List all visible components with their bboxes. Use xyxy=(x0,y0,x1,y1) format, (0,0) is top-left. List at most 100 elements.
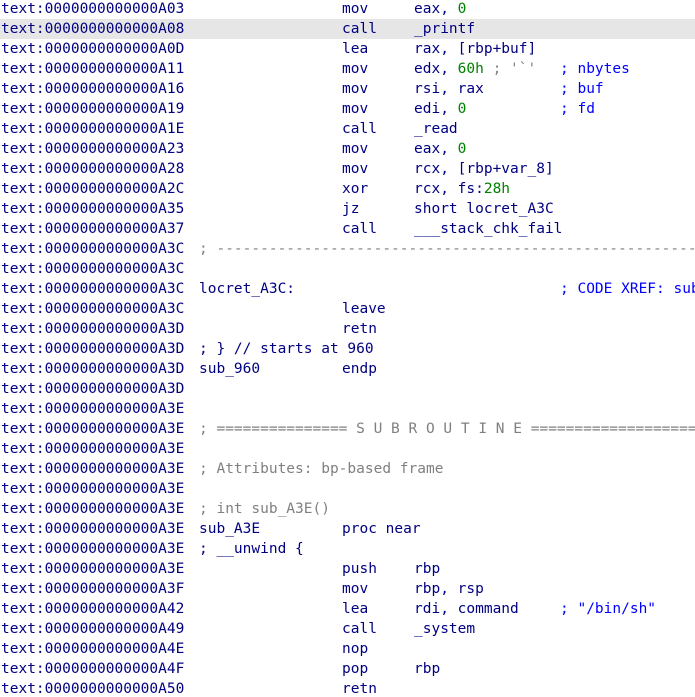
instruction-operands[interactable]: rax, [rbp+buf] xyxy=(414,39,536,59)
address-value[interactable]: 0000000000000A3D xyxy=(45,321,185,337)
instruction-mnemonic[interactable]: mov xyxy=(342,79,368,99)
address-value[interactable]: 0000000000000A42 xyxy=(45,601,185,617)
instruction-mnemonic[interactable]: xor xyxy=(342,179,368,199)
instruction-operands[interactable]: edx, 60h ; '`' xyxy=(414,59,536,79)
line-address[interactable]: text:0000000000000A08 xyxy=(1,19,184,39)
listing-line[interactable]: text:0000000000000A3E ; int sub_A3E() xyxy=(0,499,695,519)
line-address[interactable]: text:0000000000000A3F xyxy=(1,579,184,599)
line-address[interactable]: text:0000000000000A4E xyxy=(1,639,184,659)
instruction-mnemonic[interactable]: call xyxy=(342,619,377,639)
line-address[interactable]: text:0000000000000A49 xyxy=(1,619,184,639)
instruction-operands[interactable]: rbp, rsp xyxy=(414,579,484,599)
listing-line[interactable]: text:0000000000000A1E call _read xyxy=(0,119,695,139)
listing-line[interactable]: text:0000000000000A11 mov edx, 60h ; '`' ; … xyxy=(0,59,695,79)
line-address[interactable]: text:0000000000000A3D xyxy=(1,359,184,379)
address-value[interactable]: 0000000000000A3E xyxy=(45,501,185,517)
instruction-mnemonic[interactable]: mov xyxy=(342,59,368,79)
address-value[interactable]: 0000000000000A3E xyxy=(45,561,185,577)
instruction-operands[interactable]: rbp xyxy=(414,559,440,579)
address-value[interactable]: 0000000000000A3D xyxy=(45,341,185,357)
listing-line[interactable]: text:0000000000000A19 mov edi, 0 ; fd xyxy=(0,99,695,119)
line-address[interactable]: text:0000000000000A35 xyxy=(1,199,184,219)
line-address[interactable]: text:0000000000000A3E xyxy=(1,459,184,479)
line-address[interactable]: text:0000000000000A0D xyxy=(1,39,184,59)
address-value[interactable]: 0000000000000A3E xyxy=(45,421,185,437)
line-address[interactable]: text:0000000000000A16 xyxy=(1,79,184,99)
instruction-operands[interactable]: _system xyxy=(414,619,475,639)
address-value[interactable]: 0000000000000A16 xyxy=(45,81,185,97)
instruction-mnemonic[interactable]: lea xyxy=(342,39,368,59)
address-value[interactable]: 0000000000000A3F xyxy=(45,581,185,597)
address-value[interactable]: 0000000000000A1E xyxy=(45,121,185,137)
instruction-mnemonic[interactable]: mov xyxy=(342,99,368,119)
line-address[interactable]: text:0000000000000A11 xyxy=(1,59,184,79)
listing-line[interactable]: text:0000000000000A3E ; =============== S… xyxy=(0,419,695,439)
instruction-mnemonic[interactable]: call xyxy=(342,119,377,139)
address-value[interactable]: 0000000000000A3E xyxy=(45,521,185,537)
instruction-mnemonic[interactable]: push xyxy=(342,559,377,579)
listing-line[interactable]: text:0000000000000A3E ; __unwind { xyxy=(0,539,695,559)
address-value[interactable]: 0000000000000A3E xyxy=(45,461,185,477)
address-value[interactable]: 0000000000000A3E xyxy=(45,541,185,557)
listing-line[interactable]: text:0000000000000A08 call _printf xyxy=(0,19,695,39)
line-address[interactable]: text:0000000000000A3E xyxy=(1,539,184,559)
line-address[interactable]: text:0000000000000A42 xyxy=(1,599,184,619)
instruction-mnemonic[interactable]: mov xyxy=(342,139,368,159)
instruction-mnemonic[interactable]: endp xyxy=(342,359,377,379)
line-address[interactable]: text:0000000000000A3E xyxy=(1,559,184,579)
instruction-mnemonic[interactable]: lea xyxy=(342,599,368,619)
listing-line[interactable]: text:0000000000000A3E sub_A3E proc near xyxy=(0,519,695,539)
listing-line[interactable]: text:0000000000000A3C ; -----------------… xyxy=(0,239,695,259)
listing-line[interactable]: text:0000000000000A0D lea rax, [rbp+buf] xyxy=(0,39,695,59)
address-value[interactable]: 0000000000000A37 xyxy=(45,221,185,237)
listing-line[interactable]: text:0000000000000A37 call ___stack_chk_fa… xyxy=(0,219,695,239)
instruction-mnemonic[interactable]: pop xyxy=(342,659,368,679)
listing-line[interactable]: text:0000000000000A3D xyxy=(0,379,695,399)
line-address[interactable]: text:0000000000000A4F xyxy=(1,659,184,679)
listing-line[interactable]: text:0000000000000A3E ; Attributes: bp-ba… xyxy=(0,459,695,479)
instruction-mnemonic[interactable]: call xyxy=(342,219,377,239)
listing-line[interactable]: text:0000000000000A3C xyxy=(0,259,695,279)
listing-line[interactable]: text:0000000000000A3F mov rbp, rsp xyxy=(0,579,695,599)
instruction-mnemonic[interactable]: call xyxy=(342,19,377,39)
address-value[interactable]: 0000000000000A08 xyxy=(45,21,185,37)
address-value[interactable]: 0000000000000A50 xyxy=(45,681,185,697)
listing-line[interactable]: text:0000000000000A4E nop xyxy=(0,639,695,659)
line-address[interactable]: text:0000000000000A2C xyxy=(1,179,184,199)
line-address[interactable]: text:0000000000000A3C xyxy=(1,259,184,279)
line-address[interactable]: text:0000000000000A03 xyxy=(1,0,184,19)
listing-line[interactable]: text:0000000000000A16 mov rsi, rax ; buf xyxy=(0,79,695,99)
listing-line[interactable]: text:0000000000000A4F pop rbp xyxy=(0,659,695,679)
listing-line[interactable]: text:0000000000000A3E xyxy=(0,479,695,499)
address-value[interactable]: 0000000000000A35 xyxy=(45,201,185,217)
instruction-mnemonic[interactable]: nop xyxy=(342,639,368,659)
address-value[interactable]: 0000000000000A28 xyxy=(45,161,185,177)
listing-line[interactable]: text:0000000000000A42 lea rdi, command ; "/… xyxy=(0,599,695,619)
address-value[interactable]: 0000000000000A11 xyxy=(45,61,185,77)
address-value[interactable]: 0000000000000A3D xyxy=(45,361,185,377)
line-address[interactable]: text:0000000000000A3D xyxy=(1,379,184,399)
instruction-operands[interactable]: eax, 0 xyxy=(414,0,466,19)
line-address[interactable]: text:0000000000000A3E xyxy=(1,479,184,499)
listing-line[interactable]: text:0000000000000A49 call _system xyxy=(0,619,695,639)
listing-line[interactable]: text:0000000000000A3D retn xyxy=(0,319,695,339)
listing-line[interactable]: text:0000000000000A2C xor rcx, fs:28h xyxy=(0,179,695,199)
listing-line[interactable]: text:0000000000000A3E xyxy=(0,399,695,419)
instruction-operands[interactable]: rbp xyxy=(414,659,440,679)
listing-line[interactable]: text:0000000000000A50 retn xyxy=(0,679,695,697)
line-address[interactable]: text:0000000000000A3E xyxy=(1,399,184,419)
line-address[interactable]: text:0000000000000A3C xyxy=(1,279,184,299)
listing-line[interactable]: text:0000000000000A28 mov rcx, [rbp+var_8] xyxy=(0,159,695,179)
listing-line[interactable]: text:0000000000000A3C locret_A3C: ; CODE X… xyxy=(0,279,695,299)
instruction-mnemonic[interactable]: leave xyxy=(342,299,386,319)
instruction-operands[interactable]: _read xyxy=(414,119,458,139)
instruction-mnemonic[interactable]: retn xyxy=(342,319,377,339)
listing-line[interactable]: text:0000000000000A3D ; } // starts at 96… xyxy=(0,339,695,359)
address-value[interactable]: 0000000000000A49 xyxy=(45,621,185,637)
address-value[interactable]: 0000000000000A3C xyxy=(45,301,185,317)
instruction-operands[interactable]: rcx, fs:28h xyxy=(414,179,510,199)
instruction-operands[interactable]: rdi, command xyxy=(414,599,519,619)
listing-line[interactable]: text:0000000000000A35 jz short locret_A3C xyxy=(0,199,695,219)
instruction-mnemonic[interactable]: jz xyxy=(342,199,359,219)
address-value[interactable]: 0000000000000A0D xyxy=(45,41,185,57)
